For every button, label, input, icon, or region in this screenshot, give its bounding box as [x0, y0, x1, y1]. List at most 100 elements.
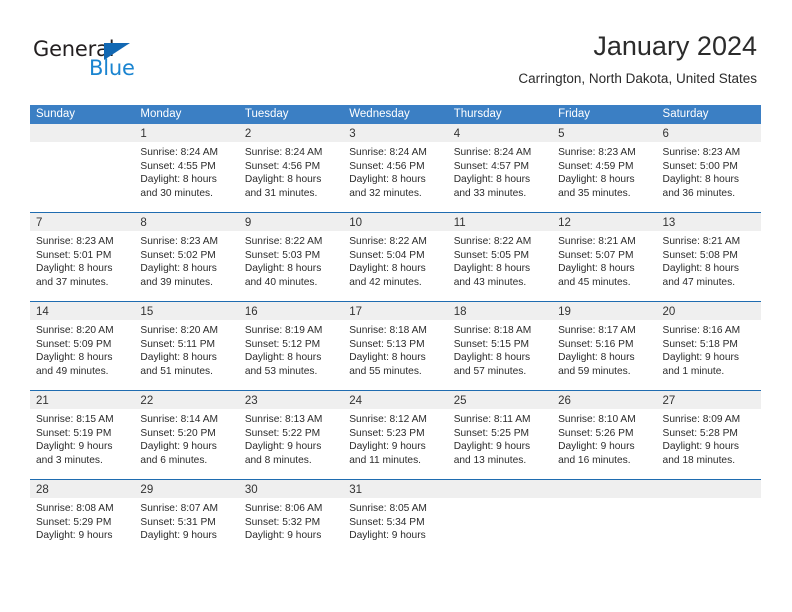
- day-cell[interactable]: 23 Sunrise: 8:13 AM Sunset: 5:22 PM Dayligh…: [238, 391, 344, 479]
- sunrise-text: Sunrise: 8:23 AM: [36, 236, 114, 247]
- sunset-text: Sunset: 5:04 PM: [349, 249, 425, 261]
- day-cell[interactable]: 19 Sunrise: 8:17 AM Sunset: 5:16 PM Dayligh…: [552, 302, 657, 390]
- sunset-text: Sunset: 5:05 PM: [453, 249, 530, 261]
- day-number: 14: [36, 306, 49, 318]
- day-cell[interactable]: 10 Sunrise: 8:22 AM Sunset: 5:04 PM Dayligh…: [343, 213, 448, 301]
- day-cell[interactable]: 22 Sunrise: 8:14 AM Sunset: 5:20 PM Dayligh…: [134, 391, 239, 479]
- daylight-text: Daylight: 8 hours: [244, 263, 322, 275]
- day-details: Sunrise: 8:07 AM Sunset: 5:31 PM Daylight:…: [134, 498, 238, 542]
- day-number-strip: 15: [134, 302, 239, 320]
- day-cell[interactable]: 7 Sunrise: 8:23 AM Sunset: 5:01 PM Daylight…: [30, 213, 135, 301]
- day-cell[interactable]: 26 Sunrise: 8:10 AM Sunset: 5:26 PM Dayligh…: [552, 391, 657, 479]
- sunset-text: Sunset: 4:56 PM: [349, 160, 425, 172]
- sunrise-text: Sunrise: 8:24 AM: [140, 147, 219, 158]
- sunrise-text: Sunrise: 8:13 AM: [244, 414, 323, 425]
- calendar-grid: Sunday Monday Tuesday Wednesday Thursday…: [30, 105, 761, 542]
- day-cell[interactable]: 4 Sunrise: 8:24 AM Sunset: 4:57 PM Daylight…: [447, 124, 553, 212]
- sunrise-text: Sunrise: 8:22 AM: [349, 236, 427, 247]
- day-number-strip: 24: [343, 391, 448, 409]
- sunset-text: Sunset: 5:11 PM: [140, 338, 215, 350]
- day-number: 23: [244, 395, 258, 407]
- sunset-text: Sunset: 4:56 PM: [244, 160, 321, 172]
- page-subtitle: Carrington, North Dakota, United States: [518, 71, 757, 86]
- day-cell[interactable]: 21 Sunrise: 8:15 AM Sunset: 5:19 PM Dayligh…: [30, 391, 135, 479]
- day-details: Sunrise: 8:06 AM Sunset: 5:32 PM Daylight:…: [239, 498, 343, 542]
- day-number: 8: [140, 217, 147, 229]
- sunrise-text: Sunrise: 8:06 AM: [244, 503, 323, 514]
- day-number-strip: 12: [552, 213, 657, 231]
- day-details: [552, 498, 656, 502]
- day-cell[interactable]: 3 Sunrise: 8:24 AM Sunset: 4:56 PM Daylight…: [343, 124, 448, 212]
- day-cell[interactable]: 6 Sunrise: 8:23 AM Sunset: 5:00 PM Daylight…: [656, 124, 761, 212]
- day-details: Sunrise: 8:15 AM Sunset: 5:19 PM Daylight:…: [30, 409, 134, 467]
- day-number-strip: 26: [552, 391, 657, 409]
- day-cell[interactable]: 24 Sunrise: 8:12 AM Sunset: 5:23 PM Dayligh…: [343, 391, 448, 479]
- day-cell[interactable]: 20 Sunrise: 8:16 AM Sunset: 5:18 PM Dayligh…: [656, 302, 761, 390]
- day-cell[interactable]: 17 Sunrise: 8:18 AM Sunset: 5:13 PM Dayligh…: [343, 302, 448, 390]
- day-cell[interactable]: 18 Sunrise: 8:18 AM Sunset: 5:15 PM Dayligh…: [447, 302, 553, 390]
- day-cell[interactable]: 14 Sunrise: 8:20 AM Sunset: 5:09 PM Dayligh…: [30, 302, 135, 390]
- day-number: 10: [349, 217, 363, 229]
- day-cell[interactable]: 11 Sunrise: 8:22 AM Sunset: 5:05 PM Dayligh…: [447, 213, 553, 301]
- day-cell[interactable]: 25 Sunrise: 8:11 AM Sunset: 5:25 PM Dayligh…: [447, 391, 553, 479]
- day-cell[interactable]: 27 Sunrise: 8:09 AM Sunset: 5:28 PM Dayligh…: [656, 391, 761, 479]
- day-number-strip: 30: [238, 480, 344, 498]
- day-number: 3: [349, 128, 356, 140]
- sunrise-text: Sunrise: 8:22 AM: [453, 236, 532, 247]
- weekday-header-row: Sunday Monday Tuesday Wednesday Thursday…: [30, 105, 761, 124]
- daylight-text: Daylight: 9 hours: [453, 441, 531, 453]
- day-number: 7: [36, 217, 43, 229]
- day-cell[interactable]: 16 Sunrise: 8:19 AM Sunset: 5:12 PM Dayligh…: [238, 302, 344, 390]
- sunrise-text: Sunrise: 8:24 AM: [244, 147, 323, 158]
- sunset-text: Sunset: 5:31 PM: [140, 516, 216, 528]
- sunset-text: Sunset: 5:20 PM: [140, 427, 216, 439]
- day-number-strip: [30, 124, 135, 142]
- day-number-strip: 10: [343, 213, 448, 231]
- day-number-strip: 23: [238, 391, 344, 409]
- sunset-text: Sunset: 5:32 PM: [244, 516, 321, 528]
- sunrise-text: Sunrise: 8:09 AM: [662, 414, 741, 425]
- daylight-text-cont: and 51 minutes.: [140, 365, 213, 377]
- day-details: Sunrise: 8:23 AM Sunset: 5:01 PM Daylight:…: [30, 231, 134, 289]
- daylight-text: Daylight: 9 hours: [140, 530, 217, 542]
- page-header: General Blue January 2024 Carrington, No…: [0, 0, 792, 100]
- day-cell[interactable]: 15 Sunrise: 8:20 AM Sunset: 5:11 PM Dayligh…: [134, 302, 239, 390]
- day-details: Sunrise: 8:24 AM Sunset: 4:56 PM Daylight:…: [239, 142, 343, 200]
- daylight-text-cont: and 31 minutes.: [244, 187, 318, 199]
- day-cell[interactable]: 28 Sunrise: 8:08 AM Sunset: 5:29 PM Dayligh…: [30, 480, 135, 542]
- day-cell[interactable]: 12 Sunrise: 8:21 AM Sunset: 5:07 PM Dayligh…: [552, 213, 657, 301]
- day-number: 26: [558, 395, 571, 407]
- sunset-text: Sunset: 5:16 PM: [558, 338, 634, 350]
- sunset-text: Sunset: 5:34 PM: [349, 516, 425, 528]
- sunrise-text: Sunrise: 8:24 AM: [453, 147, 532, 158]
- day-number-strip: 2: [238, 124, 344, 142]
- day-cell[interactable]: 5 Sunrise: 8:23 AM Sunset: 4:59 PM Daylight…: [552, 124, 657, 212]
- calendar-weeks: 1 Sunrise: 8:24 AM Sunset: 4:55 PM Daylight…: [30, 124, 761, 542]
- day-details: [448, 498, 552, 502]
- daylight-text: Daylight: 8 hours: [453, 263, 531, 275]
- day-details: Sunrise: 8:09 AM Sunset: 5:28 PM Daylight:…: [657, 409, 761, 467]
- sunset-text: Sunset: 5:00 PM: [662, 160, 738, 172]
- daylight-text-cont: and 18 minutes.: [662, 454, 736, 466]
- day-number: 18: [453, 306, 467, 318]
- daylight-text: Daylight: 9 hours: [662, 352, 739, 364]
- day-details: Sunrise: 8:22 AM Sunset: 5:03 PM Daylight:…: [239, 231, 343, 289]
- day-number: 21: [36, 395, 49, 407]
- daylight-text: Daylight: 8 hours: [244, 174, 322, 186]
- day-details: Sunrise: 8:20 AM Sunset: 5:09 PM Daylight:…: [30, 320, 134, 378]
- daylight-text: Daylight: 8 hours: [453, 174, 531, 186]
- day-number-strip: 11: [447, 213, 553, 231]
- sunset-text: Sunset: 5:09 PM: [36, 338, 112, 350]
- day-cell[interactable]: 8 Sunrise: 8:23 AM Sunset: 5:02 PM Daylight…: [134, 213, 239, 301]
- sunrise-text: Sunrise: 8:24 AM: [349, 147, 427, 158]
- sunset-text: Sunset: 5:22 PM: [244, 427, 321, 439]
- day-cell[interactable]: 29 Sunrise: 8:07 AM Sunset: 5:31 PM Dayligh…: [134, 480, 239, 542]
- day-cell[interactable]: 30 Sunrise: 8:06 AM Sunset: 5:32 PM Dayligh…: [238, 480, 344, 542]
- day-cell[interactable]: 31 Sunrise: 8:05 AM Sunset: 5:34 PM Dayligh…: [343, 480, 448, 542]
- day-cell[interactable]: 13 Sunrise: 8:21 AM Sunset: 5:08 PM Dayligh…: [656, 213, 761, 301]
- day-cell[interactable]: 9 Sunrise: 8:22 AM Sunset: 5:03 PM Daylight…: [238, 213, 344, 301]
- daylight-text: Daylight: 8 hours: [36, 352, 113, 364]
- day-cell[interactable]: 2 Sunrise: 8:24 AM Sunset: 4:56 PM Daylight…: [238, 124, 344, 212]
- day-cell[interactable]: 1 Sunrise: 8:24 AM Sunset: 4:55 PM Daylight…: [134, 124, 239, 212]
- day-number: 30: [244, 484, 258, 496]
